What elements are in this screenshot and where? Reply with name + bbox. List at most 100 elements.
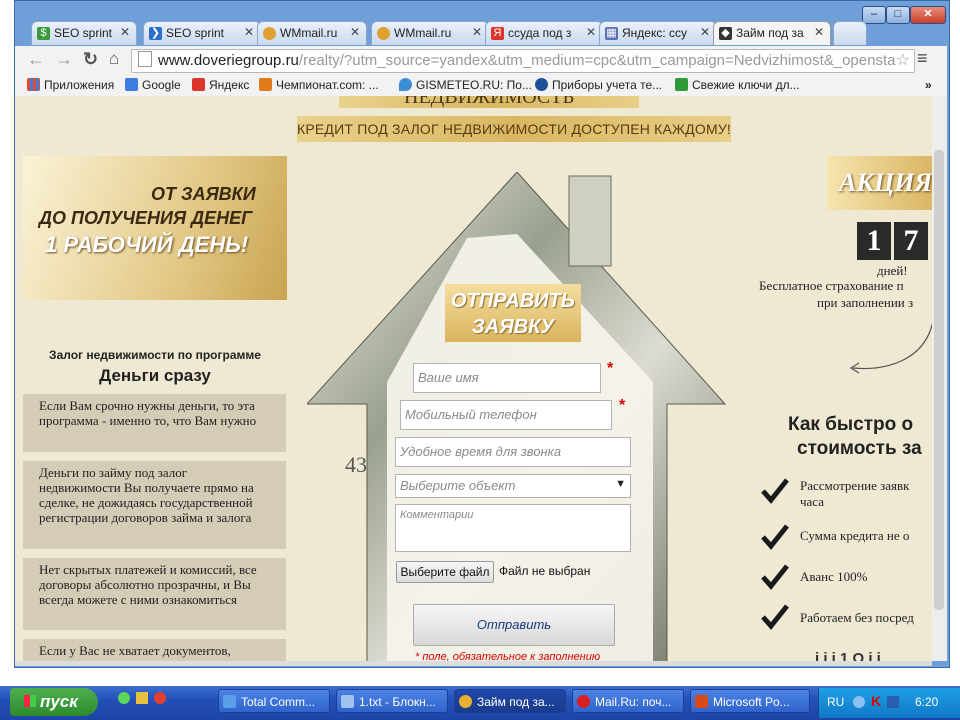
checkmark-icon [761,524,789,550]
forward-icon[interactable]: → [55,49,73,70]
key-site-icon [675,78,688,91]
counter-digit-1: 1 [857,222,891,260]
bookmarks-bar: Приложения Google Яндекс Чемпионат.com: … [15,74,947,97]
chrome-icon[interactable] [154,692,166,704]
comment-textarea[interactable]: Комментарии [395,504,631,552]
coin-icon [263,27,276,40]
kaspersky-icon[interactable]: K [871,693,881,709]
tab-strip: $ SEO sprint ✕ ❯ SEO sprint ✕ WMmail.ru … [15,18,947,46]
globe-icon [535,78,548,91]
tab-seo-sprint-1[interactable]: $ SEO sprint ✕ [31,21,137,45]
close-icon[interactable]: ✕ [472,25,482,39]
promo-banner: ОТ ЗАЯВКИ ДО ПОЛУЧЕНИЯ ДЕНЕГ 1 РАБОЧИЙ Д… [23,156,287,300]
how-title-1: Как быстро о [788,414,914,435]
bookmark-keys[interactable]: Свежие ключи дл... [675,78,800,92]
tab-label: WMmail.ru [280,26,338,40]
tab-zaim-active[interactable]: ◆ Займ под за ✕ [713,21,831,45]
bookmark-gismeteo[interactable]: GISMETEO.RU: По... [399,78,532,92]
close-icon[interactable]: ✕ [120,25,130,39]
windows-logo-icon [24,695,36,707]
checkmark-icon [761,564,789,590]
language-indicator[interactable]: RU [827,695,844,709]
promo-title: АКЦИЯ! [827,156,932,210]
close-icon[interactable]: ✕ [700,25,710,39]
quicklaunch-icon[interactable] [136,692,148,704]
tab-label: SEO sprint [166,26,225,40]
bookmark-google[interactable]: Google [125,78,181,92]
tab-ssuda[interactable]: Я ссуда под з ✕ [485,21,603,45]
tab-seo-sprint-2[interactable]: ❯ SEO sprint ✕ [143,21,261,45]
close-icon[interactable]: ✕ [244,25,254,39]
close-icon[interactable]: ✕ [350,25,360,39]
arrow-icon: ❯ [149,27,162,40]
chevron-down-icon: ▼ [615,478,626,490]
new-tab-button[interactable] [833,21,867,45]
feature-4: Работаем без посред [800,610,914,625]
program-name: Деньги сразу [99,366,211,385]
bottom-partial-text: i i i 1 O i i [815,650,881,661]
choose-file-button[interactable]: Выберите файл [396,561,494,583]
horizontal-scrollbar[interactable] [15,661,932,666]
task-notepad[interactable]: 1.txt - Блокн... [336,689,448,713]
back-icon[interactable]: ← [27,49,45,70]
how-title-2: стоимость за [797,438,922,459]
site-icon: ◆ [719,27,732,40]
vertical-scrollbar[interactable] [932,96,947,661]
dollar-icon: $ [37,27,50,40]
network-icon[interactable] [853,696,865,708]
promo-line-2: ДО ПОЛУЧЕНИЯ ДЕНЕГ [39,208,253,228]
quicklaunch-icon[interactable] [118,692,130,704]
home-icon[interactable]: ⌂ [109,49,119,69]
file-status: Файл не выбран [499,564,591,578]
required-mark: * [619,397,626,414]
feature-1-line-1: Рассмотрение заявк [800,478,910,493]
object-select[interactable]: Выберите объект ▼ [395,474,631,498]
banknote-number: 43 [345,452,367,477]
name-input[interactable]: Ваше имя [413,363,601,393]
call-time-input[interactable]: Удобное время для звонка [395,437,631,467]
notepad-icon [341,695,354,708]
page-icon [138,51,152,67]
yandex-icon [192,78,205,91]
task-mailru[interactable]: Mail.Ru: поч... [572,689,684,713]
tray-app-icon[interactable] [887,696,899,708]
tab-wmmail-1[interactable]: WMmail.ru ✕ [257,21,367,45]
close-icon[interactable]: ✕ [814,25,824,39]
droplet-icon [399,78,412,91]
task-chrome[interactable]: Займ под за... [454,689,566,713]
reload-icon[interactable]: ↻ [83,49,98,70]
task-powerpoint[interactable]: Microsoft Po... [690,689,810,713]
menu-icon[interactable]: ≡ [917,48,928,69]
chrome-icon [459,695,472,708]
bookmark-apps[interactable]: Приложения [27,78,114,92]
bookmark-pribory[interactable]: Приборы учета те... [535,78,662,92]
close-icon[interactable]: ✕ [586,25,596,39]
tab-label: Займ под за [736,26,804,40]
bookmark-yandex[interactable]: Яндекс [192,78,249,92]
left-point-2: Деньги по займу под залог недвижимости В… [23,461,286,549]
address-bar[interactable]: www.doveriegroup.ru/realty/?utm_source=y… [131,49,915,73]
tab-yandex-search[interactable]: ▦ Яндекс: ссу ✕ [599,21,717,45]
left-point-4: Если у Вас не хватает документов, [23,639,286,661]
start-button[interactable]: пуск [10,688,98,716]
bookmarks-overflow-icon[interactable]: » [925,78,932,92]
scrollbar-thumb[interactable] [934,150,944,610]
left-point-3: Нет скрытых платежей и комиссий, все дог… [23,558,286,630]
submit-button[interactable]: Отправить [413,604,615,646]
feature-1-line-2: часа [800,494,825,509]
phone-input[interactable]: Мобильный телефон [400,400,612,430]
tab-label: Яндекс: ссу [622,26,688,40]
promo-line-3: 1 РАБОЧИЙ ДЕНЬ! [45,232,249,257]
bookmark-championat[interactable]: Чемпионат.com: ... [259,78,379,92]
apps-icon [27,78,40,91]
tab-wmmail-2[interactable]: WMmail.ru ✕ [371,21,489,45]
header-banner: КРЕДИТ ПОД ЗАЛОГ НЕДВИЖИМОСТИ ДОСТУПЕН К… [297,116,731,142]
google-icon [125,78,138,91]
form-title: ОТПРАВИТЬ ЗАЯВКУ [445,284,581,342]
checkmark-icon [761,478,789,504]
required-note: * поле, обязательное к заполнению [415,651,601,661]
task-total-commander[interactable]: Total Comm... [218,689,330,713]
star-bookmark-icon[interactable]: ☆ [896,50,910,72]
promo-text-1: Бесплатное страхование п [759,278,904,293]
form-title-line-1: ОТПРАВИТЬ [451,290,575,312]
